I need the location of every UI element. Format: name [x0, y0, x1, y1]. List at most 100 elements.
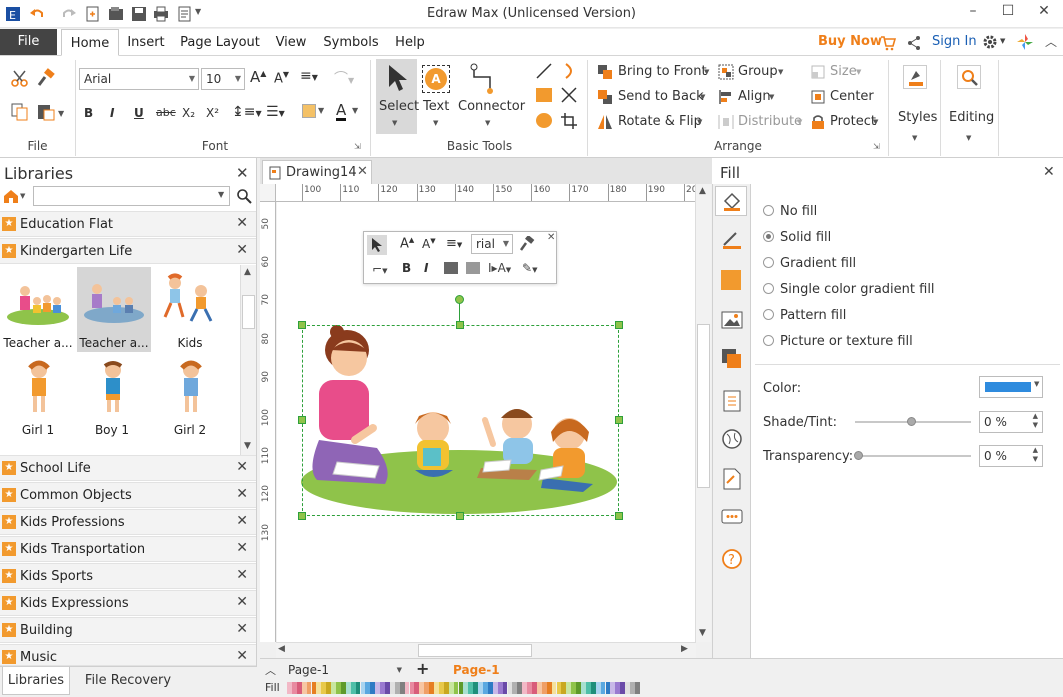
- libraries-close-icon[interactable]: ✕: [236, 164, 249, 182]
- active-page-tab[interactable]: Page-1: [453, 663, 500, 677]
- fill-option-gradient-fill[interactable]: Gradient fill: [763, 256, 856, 271]
- font-name-combo[interactable]: Arial ▼: [79, 68, 199, 90]
- color-swatch[interactable]: [634, 682, 640, 694]
- fill-option-picture-texture[interactable]: Picture or texture fill: [763, 334, 913, 349]
- close-icon[interactable]: ✕: [236, 459, 248, 475]
- strikethrough-button[interactable]: abc: [156, 106, 176, 119]
- grow-font-icon[interactable]: A▲: [250, 68, 266, 86]
- close-icon[interactable]: ✕: [236, 242, 248, 258]
- format-painter-icon[interactable]: [519, 236, 535, 252]
- chevron-down-icon[interactable]: ▼: [769, 93, 774, 101]
- group-button[interactable]: Group: [738, 64, 778, 79]
- tab-help[interactable]: Help: [390, 29, 430, 56]
- highlight-dropdown-icon[interactable]: ▼: [318, 106, 324, 115]
- home-icon[interactable]: [3, 188, 19, 204]
- fill-option-pattern-fill[interactable]: Pattern fill: [763, 308, 846, 323]
- cut-icon[interactable]: [10, 68, 30, 88]
- library-music[interactable]: ★ Music ✕: [0, 644, 256, 666]
- resize-handle[interactable]: [615, 512, 623, 520]
- shrink-font-icon[interactable]: A▼: [422, 237, 436, 251]
- add-page-button[interactable]: +: [416, 659, 429, 678]
- rectangle-tool-icon[interactable]: [536, 88, 552, 102]
- fill-option-no-fill[interactable]: No fill: [763, 204, 817, 219]
- bullets-icon[interactable]: ☰▼: [266, 104, 285, 120]
- scrollbar-thumb[interactable]: [697, 324, 710, 488]
- font-color-icon[interactable]: A: [336, 102, 347, 121]
- arc-tool-icon[interactable]: [560, 62, 578, 80]
- spinner-arrows-icon[interactable]: ▲ ▼: [1033, 412, 1038, 430]
- editing-button[interactable]: Editing ▼: [944, 59, 996, 154]
- resize-handle[interactable]: [615, 321, 623, 329]
- theme-icon[interactable]: [1016, 33, 1034, 51]
- text-highlight-icon[interactable]: [302, 104, 316, 118]
- tab-symbols[interactable]: Symbols: [320, 29, 382, 56]
- distribute-button[interactable]: Distribute: [738, 114, 802, 129]
- close-icon[interactable]: ✕: [236, 513, 248, 529]
- text-direction-icon[interactable]: ⌒▼: [334, 68, 354, 88]
- library-kids-sports[interactable]: ★ Kids Sports ✕: [0, 563, 256, 589]
- home-dropdown-icon[interactable]: ▼: [20, 192, 25, 200]
- close-icon[interactable]: ✕: [547, 232, 555, 243]
- size-button[interactable]: Size: [830, 64, 857, 79]
- send-backward-icon[interactable]: [466, 262, 480, 274]
- fill-option-single-color-gradient[interactable]: Single color gradient fill: [763, 282, 935, 297]
- close-icon[interactable]: ✕: [236, 540, 248, 556]
- spinner-arrows-icon[interactable]: ▲ ▼: [1033, 446, 1038, 464]
- shape-grid-scrollbar[interactable]: ▲ ▼: [240, 265, 256, 455]
- close-icon[interactable]: ✕: [236, 648, 248, 664]
- align-button[interactable]: Align: [738, 89, 771, 104]
- shape-teacher-and-kids-1[interactable]: Teacher a...: [3, 267, 73, 352]
- resize-handle[interactable]: [298, 321, 306, 329]
- scrollbar-thumb[interactable]: [418, 644, 532, 657]
- chevron-down-icon[interactable]: ▼: [856, 68, 861, 76]
- library-kids-professions[interactable]: ★ Kids Professions ✕: [0, 509, 256, 535]
- library-common-objects[interactable]: ★ Common Objects ✕: [0, 482, 256, 508]
- underline-button[interactable]: U: [134, 106, 144, 120]
- tab-home[interactable]: Home: [61, 29, 119, 56]
- cross-tool-icon[interactable]: [560, 86, 578, 104]
- library-kindergarten-life[interactable]: ★ Kindergarten Life ✕: [0, 238, 256, 264]
- shrink-font-icon[interactable]: A▼: [274, 70, 289, 86]
- select-pointer-button[interactable]: [367, 235, 387, 255]
- bold-button[interactable]: B: [84, 106, 93, 120]
- document-tab[interactable]: Drawing14 ✕: [262, 160, 372, 184]
- note-icon[interactable]: [722, 468, 742, 490]
- tab-insert[interactable]: Insert: [121, 29, 171, 56]
- library-building[interactable]: ★ Building ✕: [0, 617, 256, 643]
- chevron-down-icon[interactable]: ▼: [697, 118, 702, 126]
- settings-dropdown-icon[interactable]: ▼: [1000, 37, 1005, 45]
- shape-teacher-and-kids-2[interactable]: Teacher a...: [77, 267, 151, 352]
- bring-to-front-button[interactable]: Bring to Front: [618, 64, 707, 79]
- line-style-icon[interactable]: ✎▼: [522, 261, 537, 275]
- ellipse-tool-icon[interactable]: [536, 113, 552, 128]
- ribbon-collapse-icon[interactable]: ︿: [1045, 33, 1057, 50]
- protect-button[interactable]: Protect: [830, 114, 876, 129]
- paste-dropdown-icon[interactable]: ▼: [58, 109, 64, 118]
- close-icon[interactable]: ✕: [236, 215, 248, 231]
- fill-option-solid-fill[interactable]: Solid fill: [763, 230, 831, 245]
- shape-kids[interactable]: Kids: [155, 267, 225, 352]
- tab-file-recovery[interactable]: File Recovery: [78, 667, 178, 695]
- format-painter-icon[interactable]: [36, 68, 56, 88]
- font-name-combo[interactable]: rial ▼: [471, 234, 513, 254]
- resize-handle[interactable]: [298, 512, 306, 520]
- scroll-down-icon[interactable]: ▼: [244, 441, 251, 451]
- tab-libraries[interactable]: Libraries: [2, 667, 70, 695]
- fill-panel-close-icon[interactable]: ✕: [1043, 164, 1055, 180]
- bring-forward-icon[interactable]: [444, 262, 458, 274]
- superscript-button[interactable]: X²: [206, 106, 219, 120]
- shape-boy-1[interactable]: Boy 1: [77, 354, 147, 439]
- align-text-icon[interactable]: ≡▼: [300, 68, 318, 84]
- shadow-icon[interactable]: [721, 270, 741, 290]
- file-menu-button[interactable]: File: [0, 29, 57, 55]
- scrollbar-thumb[interactable]: [242, 295, 255, 329]
- select-tool-button[interactable]: Select ▼: [376, 59, 419, 134]
- shape-girl-2[interactable]: Girl 2: [155, 354, 225, 439]
- rotate-flip-button[interactable]: Rotate & Flip: [618, 114, 702, 129]
- shade-slider-knob[interactable]: [907, 417, 916, 426]
- close-icon[interactable]: ✕: [236, 621, 248, 637]
- resize-handle[interactable]: [456, 512, 464, 520]
- close-icon[interactable]: ✕: [236, 486, 248, 502]
- tab-view[interactable]: View: [270, 29, 312, 56]
- transparency-slider-knob[interactable]: [854, 451, 863, 460]
